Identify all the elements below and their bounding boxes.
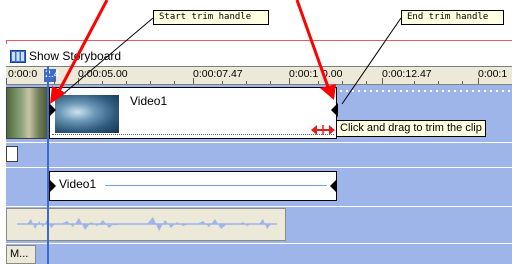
start-red-arrow [56, 0, 109, 94]
start-red-arrowhead [50, 86, 66, 104]
end-red-arrow [295, 0, 330, 88]
callout-arrows [50, 0, 402, 105]
end-red-arrowhead [320, 84, 336, 100]
end-leader-line [341, 17, 402, 105]
